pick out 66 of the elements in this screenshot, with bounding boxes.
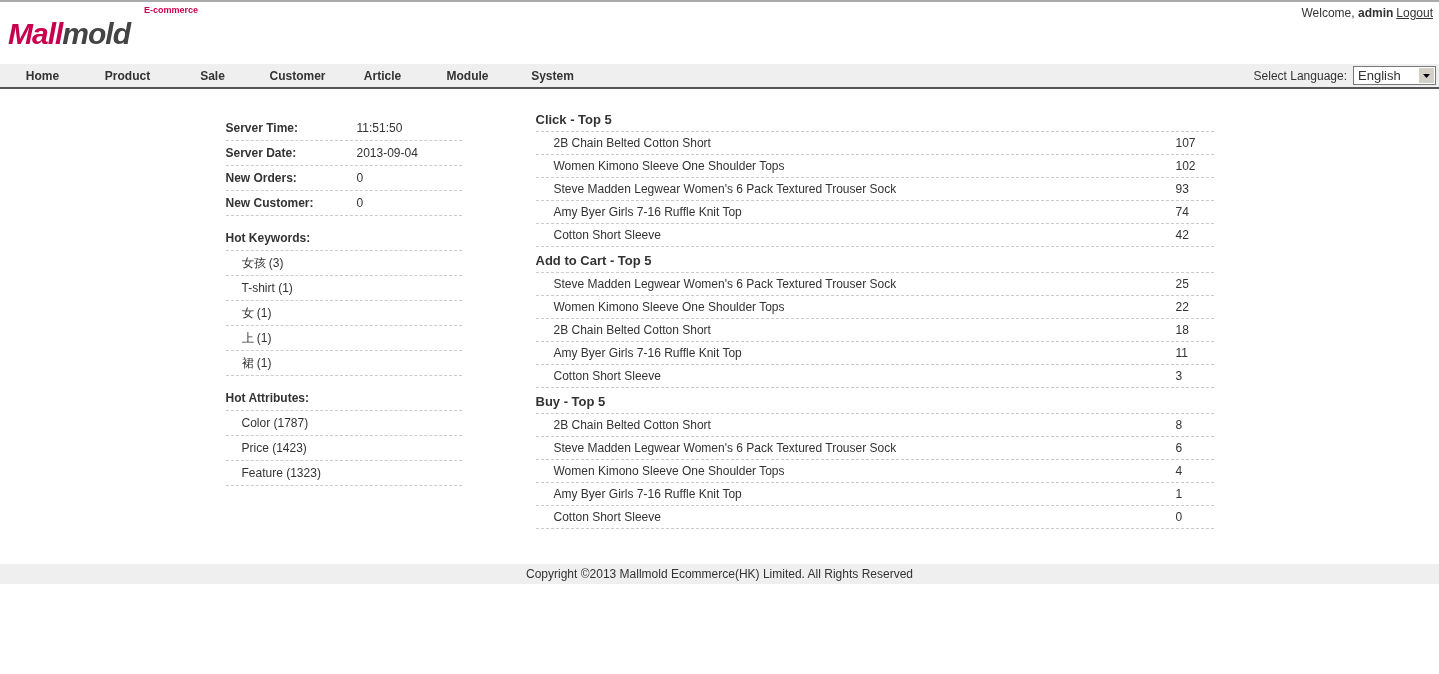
stat-value: 11:51:50 — [356, 121, 403, 135]
list-item[interactable]: 女 (1) — [241, 304, 272, 322]
logo[interactable]: Mallmold — [8, 20, 131, 48]
list-item[interactable]: 裙 (1) — [241, 354, 272, 372]
list-item[interactable]: Feature (1323) — [241, 466, 321, 480]
product-name: Cotton Short Sleeve — [553, 510, 662, 524]
stat-label: New Orders: — [225, 171, 298, 185]
count-value: 18 — [1175, 323, 1190, 337]
product-name: Steve Madden Legwear Women's 6 Pack Textured Trouser Sock — [553, 277, 898, 291]
dropdown-icon — [1419, 68, 1434, 83]
count-value: 93 — [1175, 182, 1190, 196]
product-name: Amy Byer Girls 7-16 Ruffle Knit Top — [553, 346, 743, 360]
count-value: 107 — [1175, 136, 1197, 150]
count-value: 22 — [1175, 300, 1190, 314]
product-name: Women Kimono Sleeve One Shoulder Tops — [553, 464, 786, 478]
list-item[interactable]: 上 (1) — [241, 329, 272, 347]
list-item[interactable]: T-shirt (1) — [241, 281, 293, 295]
product-name: Cotton Short Sleeve — [553, 369, 662, 383]
product-name: 2B Chain Belted Cotton Short — [553, 418, 712, 432]
count-value: 1 — [1175, 487, 1184, 501]
product-name: Amy Byer Girls 7-16 Ruffle Knit Top — [553, 205, 743, 219]
list-title: Hot Keywords: — [225, 231, 312, 245]
product-name: Steve Madden Legwear Women's 6 Pack Textured Trouser Sock — [553, 182, 898, 196]
count-value: 74 — [1175, 205, 1190, 219]
stat-label: New Customer: — [225, 196, 315, 210]
nav-item[interactable]: Product — [85, 68, 170, 83]
section-title: Click - Top 5 — [535, 106, 1214, 132]
count-value: 102 — [1175, 159, 1197, 173]
count-value: 6 — [1175, 441, 1184, 455]
language-select[interactable]: English — [1353, 66, 1436, 85]
list-item[interactable]: Color (1787) — [241, 416, 309, 430]
copyright-text: Copyright ©2013 Mallmold Ecommerce(HK) Limited. All Rights Reserved — [526, 567, 913, 581]
stat-value: 0 — [356, 196, 364, 210]
product-name: Steve Madden Legwear Women's 6 Pack Textured Trouser Sock — [553, 441, 898, 455]
count-value: 42 — [1175, 228, 1190, 242]
list-item[interactable]: Price (1423) — [241, 441, 307, 455]
list-title: Hot Attributes: — [225, 391, 311, 405]
product-name: Women Kimono Sleeve One Shoulder Tops — [553, 300, 786, 314]
nav-item[interactable]: Sale — [170, 68, 255, 83]
count-value: 0 — [1175, 510, 1184, 524]
logout-link[interactable]: Logout — [1396, 6, 1433, 20]
product-name: 2B Chain Belted Cotton Short — [553, 136, 712, 150]
welcome-text: Welcome, admin — [1301, 6, 1394, 20]
count-value: 11 — [1175, 346, 1189, 360]
list-item[interactable]: 女孩 (3) — [241, 254, 284, 272]
stat-label: Server Time: — [225, 121, 299, 135]
count-value: 4 — [1175, 464, 1184, 478]
language-label: Select Language: — [1253, 68, 1347, 83]
stat-label: Server Date: — [225, 146, 298, 160]
count-value: 25 — [1175, 277, 1190, 291]
nav-item[interactable]: Home — [0, 68, 85, 83]
section-title: Add to Cart - Top 5 — [535, 247, 1214, 273]
product-name: Cotton Short Sleeve — [553, 228, 662, 242]
tagline: E-commerce — [142, 4, 198, 15]
count-value: 8 — [1175, 418, 1184, 432]
stat-value: 2013-09-04 — [356, 146, 418, 160]
nav-item[interactable]: System — [510, 68, 595, 83]
product-name: Women Kimono Sleeve One Shoulder Tops — [553, 159, 786, 173]
nav-item[interactable]: Customer — [255, 68, 340, 83]
nav-item[interactable]: Article — [340, 68, 425, 83]
stat-value: 0 — [356, 171, 364, 185]
nav-item[interactable]: Module — [425, 68, 510, 83]
product-name: 2B Chain Belted Cotton Short — [553, 323, 712, 337]
section-title: Buy - Top 5 — [535, 388, 1214, 414]
count-value: 3 — [1175, 369, 1184, 383]
product-name: Amy Byer Girls 7-16 Ruffle Knit Top — [553, 487, 743, 501]
